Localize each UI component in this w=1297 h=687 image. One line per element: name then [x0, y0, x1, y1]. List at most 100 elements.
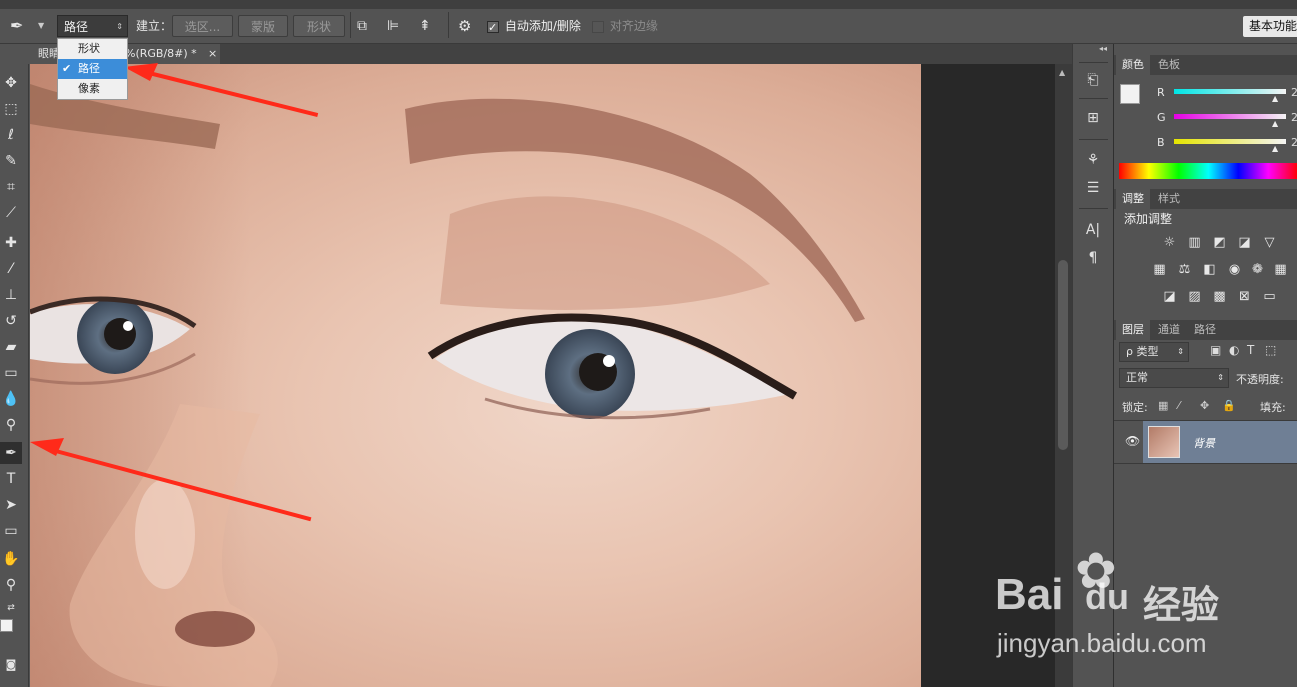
green-slider-handle-icon[interactable]: ▲: [1272, 119, 1278, 128]
brush-panel-icon[interactable]: ⚘: [1083, 150, 1103, 170]
color-lookup-icon[interactable]: ▦: [1272, 262, 1289, 277]
red-value[interactable]: 2: [1291, 86, 1297, 99]
gradient-tool-icon[interactable]: ▭: [0, 362, 22, 384]
blue-slider-handle-icon[interactable]: ▲: [1272, 144, 1278, 153]
filter-adjustment-icon[interactable]: ◐: [1229, 343, 1239, 357]
dropdown-item-shape[interactable]: 形状: [58, 39, 127, 59]
close-icon[interactable]: ×: [208, 44, 217, 64]
color-balance-icon[interactable]: ⚖: [1176, 262, 1193, 277]
eyedropper-tool-icon[interactable]: ⟋: [0, 202, 22, 224]
path-arrangement-icon[interactable]: ⇞: [419, 15, 431, 37]
levels-icon[interactable]: ▥: [1186, 235, 1203, 250]
make-mask-button[interactable]: 蒙版: [238, 15, 288, 37]
make-shape-button[interactable]: 形状: [293, 15, 345, 37]
blue-value[interactable]: 2: [1291, 136, 1297, 149]
tab-color[interactable]: 颜色: [1116, 55, 1150, 75]
auto-add-delete-checkbox[interactable]: ✓ 自动添加/删除: [487, 15, 581, 37]
green-value[interactable]: 2: [1291, 111, 1297, 124]
path-operations-icon[interactable]: ⧉: [357, 15, 367, 37]
tab-adjustments[interactable]: 调整: [1116, 189, 1150, 209]
gear-icon[interactable]: ⚙: [458, 15, 471, 37]
lock-all-icon[interactable]: 🔒: [1222, 399, 1236, 412]
dodge-tool-icon[interactable]: ⚲: [0, 414, 22, 436]
marquee-tool-icon[interactable]: ⬚: [0, 98, 22, 120]
hand-tool-icon[interactable]: ✋: [0, 548, 22, 570]
document-canvas[interactable]: [30, 64, 921, 687]
make-selection-button[interactable]: 选区...: [172, 15, 233, 37]
path-alignment-icon[interactable]: ⊫: [387, 15, 399, 37]
photo-filter-icon[interactable]: ◉: [1226, 262, 1243, 277]
move-tool-icon[interactable]: ✥: [0, 72, 22, 94]
type-tool-icon[interactable]: T: [0, 468, 22, 490]
green-slider[interactable]: [1174, 114, 1286, 119]
hue-saturation-icon[interactable]: ▦: [1151, 262, 1168, 277]
black-white-icon[interactable]: ◧: [1201, 262, 1218, 277]
exposure-icon[interactable]: ◪: [1236, 235, 1253, 250]
zoom-tool-icon[interactable]: ⚲: [0, 574, 22, 596]
eraser-tool-icon[interactable]: ▰: [0, 336, 22, 358]
vertical-scrollbar[interactable]: ▲: [1055, 64, 1072, 687]
tab-paths[interactable]: 路径: [1188, 320, 1222, 340]
workspace-button[interactable]: 基本功能: [1243, 16, 1297, 37]
scroll-up-icon[interactable]: ▲: [1059, 68, 1065, 77]
rectangle-tool-icon[interactable]: ▭: [0, 520, 22, 542]
foreground-color-swatch[interactable]: [0, 619, 13, 632]
clone-stamp-tool-icon[interactable]: ⊥: [0, 284, 22, 306]
tool-mode-value: 路径: [64, 20, 89, 34]
eye-icon[interactable]: 👁: [1125, 434, 1140, 448]
tab-styles[interactable]: 样式: [1152, 189, 1186, 209]
channel-mixer-icon[interactable]: ❁: [1249, 262, 1266, 277]
tab-channels[interactable]: 通道: [1152, 320, 1186, 340]
paragraph-panel-icon[interactable]: ¶: [1083, 248, 1103, 268]
history-panel-icon[interactable]: ⎗: [1083, 70, 1103, 90]
vibrance-icon[interactable]: ▽: [1261, 235, 1278, 250]
brightness-contrast-icon[interactable]: ☼: [1161, 235, 1178, 250]
properties-panel-icon[interactable]: ⊞: [1083, 108, 1103, 128]
path-selection-tool-icon[interactable]: ➤: [0, 494, 22, 516]
selective-color-icon[interactable]: ⊠: [1236, 289, 1253, 304]
lock-position-icon[interactable]: ✥: [1200, 399, 1209, 412]
blue-slider[interactable]: [1174, 139, 1286, 144]
filter-shape-icon[interactable]: ⬚: [1265, 343, 1276, 357]
collapse-panels-icon[interactable]: ◂◂: [1099, 44, 1107, 53]
brush-presets-icon[interactable]: ☰: [1083, 178, 1103, 198]
layer-filter-select[interactable]: ρ 类型 ⇕: [1119, 342, 1189, 362]
filter-type-icon[interactable]: T: [1247, 343, 1254, 357]
channel-label-g: G: [1157, 111, 1166, 124]
swap-colors-icon[interactable]: ⇄: [0, 597, 22, 619]
red-slider-handle-icon[interactable]: ▲: [1272, 94, 1278, 103]
filter-pixel-icon[interactable]: ▣: [1210, 343, 1221, 357]
crop-tool-icon[interactable]: ⌗: [0, 176, 22, 198]
dropdown-item-path[interactable]: ✔ 路径: [58, 59, 127, 79]
tool-preset-chevron-icon[interactable]: ▼: [38, 15, 44, 37]
healing-brush-tool-icon[interactable]: ✚: [0, 232, 22, 254]
opacity-label: 不透明度:: [1236, 373, 1284, 386]
tab-layers[interactable]: 图层: [1116, 320, 1150, 340]
lasso-tool-icon[interactable]: ℓ: [0, 124, 22, 146]
red-slider[interactable]: [1174, 89, 1286, 94]
brush-tool-icon[interactable]: ⁄: [0, 258, 22, 280]
color-foreground-swatch[interactable]: [1120, 84, 1140, 104]
history-brush-tool-icon[interactable]: ↺: [0, 310, 22, 332]
invert-icon[interactable]: ◪: [1161, 289, 1178, 304]
tool-mode-select[interactable]: 路径 ⇕: [57, 15, 128, 37]
color-spectrum-ramp[interactable]: [1119, 163, 1297, 179]
tab-swatches[interactable]: 色板: [1152, 55, 1186, 75]
character-panel-icon[interactable]: A|: [1083, 220, 1103, 240]
blend-mode-select[interactable]: 正常 ⇕: [1119, 368, 1229, 388]
posterize-icon[interactable]: ▨: [1186, 289, 1203, 304]
dropdown-item-pixels[interactable]: 像素: [58, 79, 127, 99]
quick-select-tool-icon[interactable]: ✎: [0, 150, 22, 172]
quick-mask-icon[interactable]: ◙: [0, 654, 22, 676]
threshold-icon[interactable]: ▩: [1211, 289, 1228, 304]
curves-icon[interactable]: ◩: [1211, 235, 1228, 250]
lock-transparent-icon[interactable]: ▦: [1158, 399, 1168, 412]
blur-tool-icon[interactable]: 💧: [0, 388, 22, 410]
scrollbar-thumb[interactable]: [1058, 260, 1068, 450]
gradient-map-icon[interactable]: ▭: [1261, 289, 1278, 304]
align-edges-checkbox[interactable]: 对齐边缘: [592, 15, 658, 37]
pen-tool-icon[interactable]: ✒: [0, 442, 22, 464]
pen-icon[interactable]: ✒: [10, 15, 23, 37]
layer-row-background[interactable]: 背景: [1143, 421, 1297, 463]
lock-image-icon[interactable]: ⁄: [1178, 399, 1180, 412]
